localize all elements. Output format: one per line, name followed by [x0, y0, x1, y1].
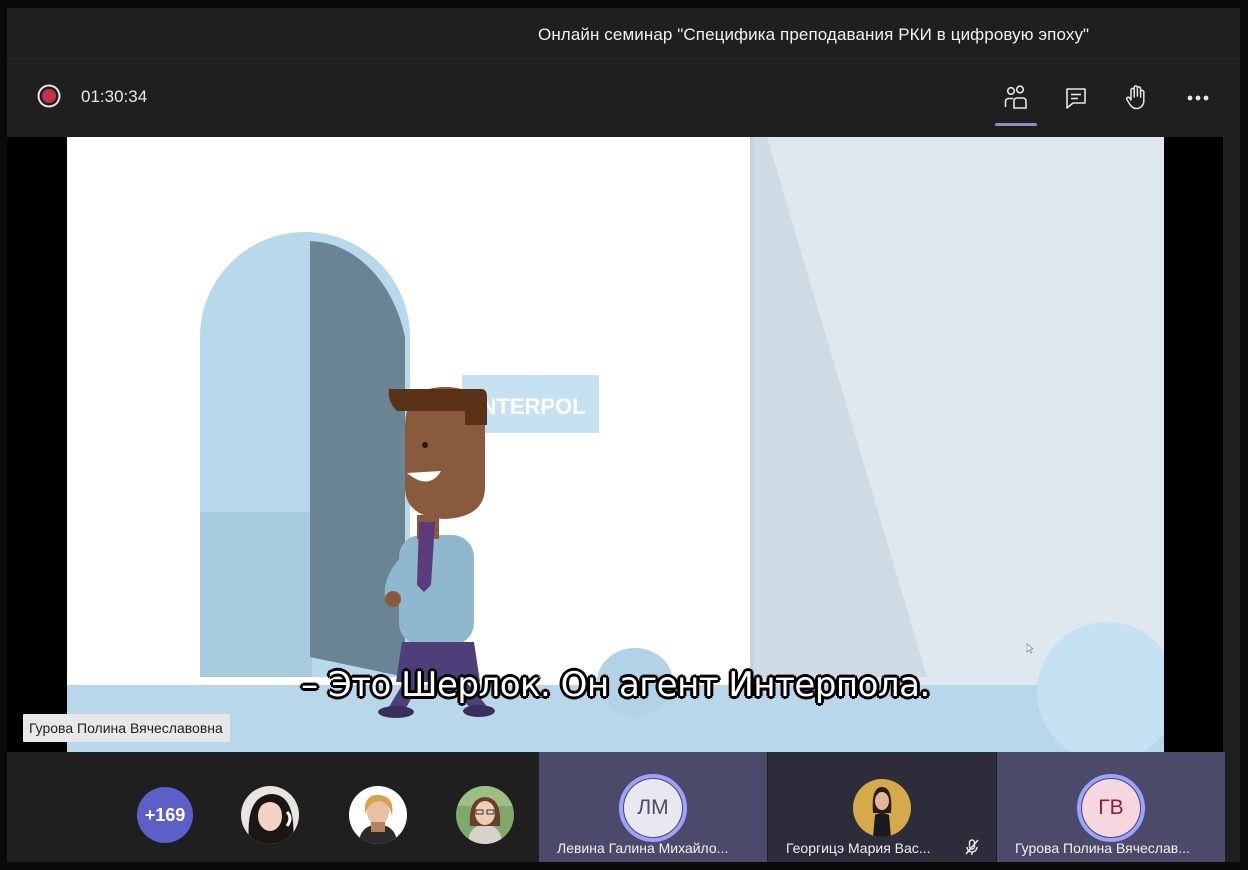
participants-button[interactable]: [999, 81, 1033, 115]
participant-photo-icon: [241, 786, 299, 844]
participants-strip: +169 ЛМ Левина Галина Михайло... Георгиц…: [7, 752, 1240, 862]
stage-right-strip: [1223, 137, 1240, 752]
participant-initials-avatar: ЛМ: [624, 779, 682, 837]
participant-tile[interactable]: ЛМ Левина Галина Михайло...: [539, 752, 767, 862]
shared-video[interactable]: INTERPOL – Это Шерлок. Он агент Интерпол…: [67, 137, 1164, 752]
recording-indicator-icon: [42, 89, 56, 103]
participant-photo-icon: [456, 786, 514, 844]
more-icon: [1187, 95, 1209, 101]
video-subtitle: – Это Шерлок. Он агент Интерпола.: [301, 665, 930, 705]
teams-meeting-window: Онлайн семинар "Специфика преподавания Р…: [7, 8, 1240, 862]
participant-avatar-photo: [853, 779, 911, 837]
participant-photo-icon: [853, 779, 911, 837]
participant-tile[interactable]: ГВ Гурова Полина Вячеслав...: [997, 752, 1225, 862]
title-bar: Онлайн семинар "Специфика преподавания Р…: [7, 8, 1240, 59]
meeting-title: Онлайн семинар "Специфика преподавания Р…: [538, 25, 1090, 44]
participant-tile[interactable]: Георгицэ Мария Вас...: [768, 752, 996, 862]
participant-name: Гурова Полина Вячеслав...: [1015, 840, 1190, 856]
meeting-control-bar: 01:30:34: [7, 59, 1240, 137]
participant-name: Левина Галина Михайло...: [557, 840, 729, 856]
people-icon: [1004, 85, 1027, 109]
participant-avatar-photo[interactable]: [349, 786, 407, 844]
interpol-sign-text: INTERPOL: [474, 394, 585, 419]
raise-hand-button[interactable]: [1120, 81, 1154, 115]
cartoon-scene-illustration: INTERPOL: [67, 137, 1164, 752]
participant-avatar-photo[interactable]: [456, 786, 514, 844]
recording-timer: 01:30:34: [81, 87, 148, 106]
chat-button[interactable]: [1059, 81, 1093, 115]
presenter-name-tag: Гурова Полина Вячеславовна: [23, 714, 230, 742]
participants-active-indicator: [995, 123, 1037, 126]
hand-icon: [1125, 85, 1145, 110]
more-participants-badge[interactable]: +169: [137, 787, 193, 843]
participant-avatar-photo[interactable]: [241, 786, 299, 844]
muted-microphone-icon: [965, 839, 979, 855]
participant-initials-avatar: ГВ: [1082, 779, 1140, 837]
participant-name: Георгицэ Мария Вас...: [786, 840, 931, 856]
chat-icon: [1066, 88, 1086, 109]
more-options-button[interactable]: [1181, 81, 1215, 115]
participant-photo-icon: [349, 786, 407, 844]
shared-video-stage: INTERPOL – Это Шерлок. Он агент Интерпол…: [7, 137, 1240, 752]
